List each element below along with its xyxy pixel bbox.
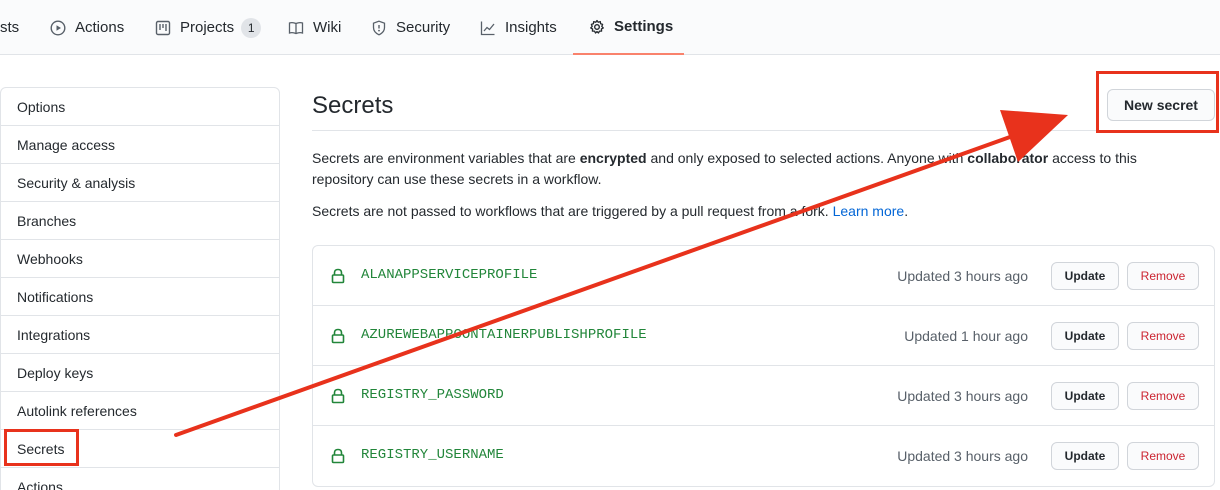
tab-security[interactable]: Security (370, 0, 450, 55)
tab-label: Wiki (313, 19, 342, 36)
sidebar-item-label: Security & analysis (17, 175, 136, 191)
tab-label: Actions (75, 19, 125, 36)
tab-settings[interactable]: Settings (573, 0, 684, 55)
update-button[interactable]: Update (1051, 442, 1119, 470)
remove-button[interactable]: Remove (1127, 262, 1199, 290)
page-title: Secrets (312, 92, 394, 119)
tab-label: Projects (180, 19, 235, 36)
secret-updated: Updated 1 hour ago (904, 328, 1028, 344)
tab-projects[interactable]: Projects 1 (154, 0, 262, 55)
learn-more-link[interactable]: Learn more (833, 203, 905, 219)
sidebar-item-label: Manage access (17, 137, 116, 153)
sidebar-item-label: Notifications (17, 289, 94, 305)
sidebar-item-label: Deploy keys (17, 365, 94, 381)
sidebar-item-options[interactable]: Options (1, 88, 279, 126)
book-icon (287, 19, 305, 37)
annotation-box-new-secret (1096, 71, 1219, 133)
desc-bold-encrypted: encrypted (579, 150, 647, 166)
sidebar-item-label: Webhooks (17, 251, 83, 267)
lock-icon (331, 268, 345, 284)
secret-name: REGISTRY_PASSWORD (361, 387, 504, 403)
sidebar-item-security-analysis[interactable]: Security & analysis (1, 164, 279, 202)
notice-text: Secrets are not passed to workflows that… (312, 203, 833, 219)
secret-name: AZUREWEBAPPCONTAINERPUBLISHPROFILE (361, 327, 647, 343)
fork-notice: Secrets are not passed to workflows that… (312, 201, 1192, 222)
secrets-list: ALANAPPSERVICEPROFILE Updated 3 hours ag… (312, 245, 1215, 487)
sidebar-item-actions[interactable]: Actions (1, 468, 279, 490)
sidebar-item-autolink-references[interactable]: Autolink references (1, 392, 279, 430)
update-button[interactable]: Update (1051, 322, 1119, 350)
tab-label: sts (0, 19, 20, 36)
tab-pull-requests[interactable]: sts (0, 0, 19, 55)
shield-icon (370, 19, 388, 37)
secret-row: REGISTRY_PASSWORD Updated 3 hours ago Up… (313, 366, 1214, 426)
sidebar-item-notifications[interactable]: Notifications (1, 278, 279, 316)
secret-row: AZUREWEBAPPCONTAINERPUBLISHPROFILE Updat… (313, 306, 1214, 366)
secret-updated: Updated 3 hours ago (897, 448, 1028, 464)
secret-updated: Updated 3 hours ago (897, 388, 1028, 404)
sidebar-item-branches[interactable]: Branches (1, 202, 279, 240)
lock-icon (331, 448, 345, 464)
sidebar-item-label: Actions (17, 479, 63, 490)
play-icon (49, 19, 67, 37)
sidebar-item-label: Integrations (17, 327, 91, 343)
secret-row: ALANAPPSERVICEPROFILE Updated 3 hours ag… (313, 246, 1214, 306)
projects-count-badge: 1 (241, 17, 262, 38)
tab-wiki[interactable]: Wiki (287, 0, 341, 55)
secret-row: REGISTRY_USERNAME Updated 3 hours ago Up… (313, 426, 1214, 486)
secret-updated: Updated 3 hours ago (897, 268, 1028, 284)
secret-name: REGISTRY_USERNAME (361, 447, 504, 463)
sidebar-item-integrations[interactable]: Integrations (1, 316, 279, 354)
sidebar-item-webhooks[interactable]: Webhooks (1, 240, 279, 278)
sidebar-item-deploy-keys[interactable]: Deploy keys (1, 354, 279, 392)
notice-end: . (904, 203, 909, 219)
project-icon (154, 19, 172, 37)
graph-icon (479, 19, 497, 37)
update-button[interactable]: Update (1051, 262, 1119, 290)
title-divider (312, 130, 1215, 131)
update-button[interactable]: Update (1051, 382, 1119, 410)
lock-icon (331, 388, 345, 404)
repo-nav: sts Actions Projects 1 Wiki Security Ins… (0, 0, 1220, 55)
sidebar-item-label: Autolink references (17, 403, 137, 419)
desc-text: and only exposed to selected actions. An… (646, 150, 968, 166)
tab-actions[interactable]: Actions (49, 0, 124, 55)
secrets-description: Secrets are environment variables that a… (312, 148, 1192, 190)
tab-label: Security (396, 19, 451, 36)
tab-label: Settings (614, 18, 674, 35)
desc-text: Secrets are environment variables that a… (312, 150, 580, 166)
remove-button[interactable]: Remove (1127, 322, 1199, 350)
gear-icon (588, 18, 606, 36)
sidebar-item-label: Options (17, 99, 66, 115)
remove-button[interactable]: Remove (1127, 442, 1199, 470)
sidebar-item-label: Branches (17, 213, 77, 229)
remove-button[interactable]: Remove (1127, 382, 1199, 410)
tab-label: Insights (505, 19, 557, 36)
tab-insights[interactable]: Insights (479, 0, 557, 55)
sidebar-item-manage-access[interactable]: Manage access (1, 126, 279, 164)
lock-icon (331, 328, 345, 344)
annotation-box-secrets-item (4, 429, 79, 466)
desc-bold-collaborator: collaborator (967, 150, 1049, 166)
secret-name: ALANAPPSERVICEPROFILE (361, 267, 538, 283)
